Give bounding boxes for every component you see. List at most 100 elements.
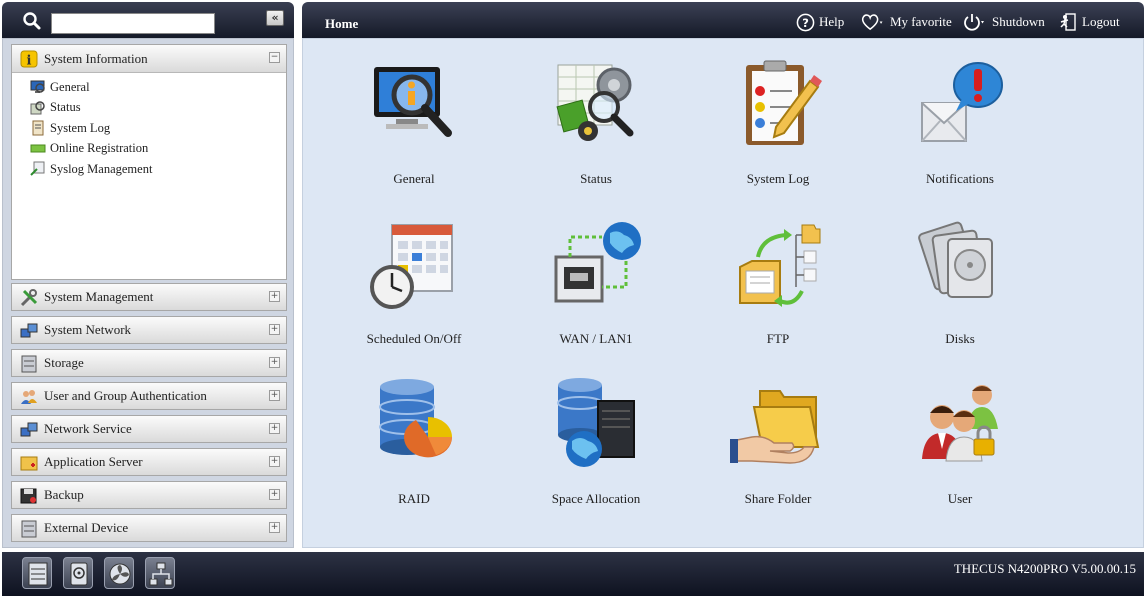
sidebar-section-network-service[interactable]: Network Service +: [11, 415, 287, 443]
app-server-icon: [20, 456, 38, 471]
user-icon: [922, 385, 998, 462]
sidebar-item-general[interactable]: General: [30, 77, 286, 98]
tile-label: Disks: [945, 331, 975, 346]
fan-status-button[interactable]: [104, 557, 134, 589]
tile-label: WAN / LAN1: [559, 331, 633, 346]
help-link[interactable]: ? Help: [796, 12, 844, 32]
sidebar-section-system-management[interactable]: System Management +: [11, 283, 287, 311]
disks-icon: [918, 221, 993, 298]
register-icon: [30, 144, 46, 153]
status-icon: [556, 64, 634, 141]
sidebar-item-online-registration[interactable]: Online Registration: [30, 139, 286, 160]
bottom-status-bar: THECUS N4200PRO V5.00.00.15: [2, 552, 1144, 596]
sidebar-section-label: Storage: [44, 355, 84, 370]
ftp-icon: [739, 224, 821, 307]
users-icon: [21, 390, 37, 404]
space-allocation-icon: [557, 378, 635, 467]
tile-label: Share Folder: [744, 491, 812, 506]
tile-notifications[interactable]: Notifications: [885, 57, 1035, 187]
system-information-panel: i System Information − General Status Sy…: [11, 44, 287, 280]
sidebar-item-system-log[interactable]: System Log: [30, 118, 286, 139]
tile-label: FTP: [766, 331, 790, 346]
sidebar-item-status[interactable]: Status: [30, 98, 286, 119]
wan-lan-icon: [554, 222, 641, 303]
system-log-icon: [746, 60, 822, 145]
favorite-label: My favorite: [890, 14, 952, 29]
network-status-button[interactable]: [145, 557, 175, 589]
collapse-sidebar-button[interactable]: «: [266, 10, 284, 26]
tile-space-allocation[interactable]: Space Allocation: [521, 377, 671, 507]
expand-toggle[interactable]: +: [269, 456, 280, 467]
expand-toggle[interactable]: +: [269, 489, 280, 500]
status-icon: [30, 101, 45, 115]
home-dashboard: General Status System Log Notifications …: [302, 38, 1144, 548]
tile-general[interactable]: General: [339, 57, 489, 187]
sidebar-section-label: User and Group Authentication: [44, 388, 207, 403]
logout-label: Logout: [1082, 14, 1120, 29]
shutdown-menu[interactable]: Shutdown: [962, 12, 1045, 32]
tile-wan-lan1[interactable]: WAN / LAN1: [521, 217, 671, 347]
search-input[interactable]: [51, 13, 215, 34]
tile-ftp[interactable]: FTP: [703, 217, 853, 347]
tools-icon: [20, 289, 38, 307]
tile-system-log[interactable]: System Log: [703, 57, 853, 187]
tile-user[interactable]: User: [885, 377, 1035, 507]
syslog-icon: [30, 161, 45, 176]
network-tree-icon: [149, 562, 173, 586]
tile-share-folder[interactable]: Share Folder: [703, 377, 853, 507]
expand-toggle[interactable]: +: [269, 324, 280, 335]
tile-label: Notifications: [926, 171, 994, 186]
tile-label: Scheduled On/Off: [366, 331, 462, 346]
favorite-menu[interactable]: My favorite: [860, 12, 952, 32]
sidebar-sections: System Management + System Network + Sto…: [11, 283, 287, 547]
logout-icon: [1060, 13, 1076, 31]
network-service-icon: [20, 422, 38, 437]
tile-scheduled-on-off[interactable]: Scheduled On/Off: [339, 217, 489, 347]
disk-icon: [70, 562, 88, 586]
sidebar-item-label: System Log: [50, 120, 111, 135]
disk-status-button[interactable]: [63, 557, 93, 589]
tile-raid[interactable]: RAID: [339, 377, 489, 507]
expand-toggle[interactable]: +: [269, 357, 280, 368]
sidebar-section-storage[interactable]: Storage +: [11, 349, 287, 377]
tile-label: Space Allocation: [551, 491, 641, 506]
tile-status[interactable]: Status: [521, 57, 671, 187]
sidebar-section-label: System Management: [44, 289, 154, 304]
power-icon: [964, 14, 984, 31]
sidebar-section-system-network[interactable]: System Network +: [11, 316, 287, 344]
tile-label: General: [393, 171, 435, 186]
tile-label: Status: [580, 171, 612, 186]
tile-label: RAID: [398, 491, 430, 506]
notifications-icon: [921, 62, 1003, 142]
logout-link[interactable]: Logout: [1058, 12, 1120, 32]
sidebar-section-external-device[interactable]: External Device +: [11, 514, 287, 542]
tile-disks[interactable]: Disks: [885, 217, 1035, 347]
raid-icon: [379, 379, 453, 458]
sidebar-section-label: System Network: [44, 322, 132, 337]
expand-toggle[interactable]: +: [269, 291, 280, 302]
page-title: Home: [325, 16, 359, 31]
share-folder-icon: [730, 390, 820, 464]
sidebar-item-syslog-management[interactable]: Syslog Management: [30, 159, 286, 180]
expand-toggle[interactable]: +: [269, 522, 280, 533]
collapse-toggle[interactable]: −: [269, 52, 280, 63]
shutdown-label: Shutdown: [992, 14, 1045, 29]
search-icon[interactable]: [22, 11, 42, 31]
sidebar-section-user-group-authentication[interactable]: User and Group Authentication +: [11, 382, 287, 410]
firmware-version: THECUS N4200PRO V5.00.00.15: [953, 561, 1136, 576]
sidebar-section-label: Application Server: [44, 454, 143, 469]
expand-toggle[interactable]: +: [269, 390, 280, 401]
schedule-icon: [370, 224, 453, 309]
external-device-icon: [21, 520, 37, 538]
server-status-button[interactable]: [22, 557, 52, 589]
heart-icon: [861, 13, 883, 30]
svg-text:?: ?: [802, 15, 809, 29]
search-bar: «: [2, 2, 294, 38]
expand-toggle[interactable]: +: [269, 423, 280, 434]
general-icon: [374, 67, 452, 137]
backup-icon: [20, 488, 37, 504]
sidebar-section-backup[interactable]: Backup +: [11, 481, 287, 509]
sidebar-section-system-information[interactable]: i System Information −: [12, 45, 286, 73]
sidebar-section-application-server[interactable]: Application Server +: [11, 448, 287, 476]
sidebar-item-label: General: [50, 79, 90, 94]
